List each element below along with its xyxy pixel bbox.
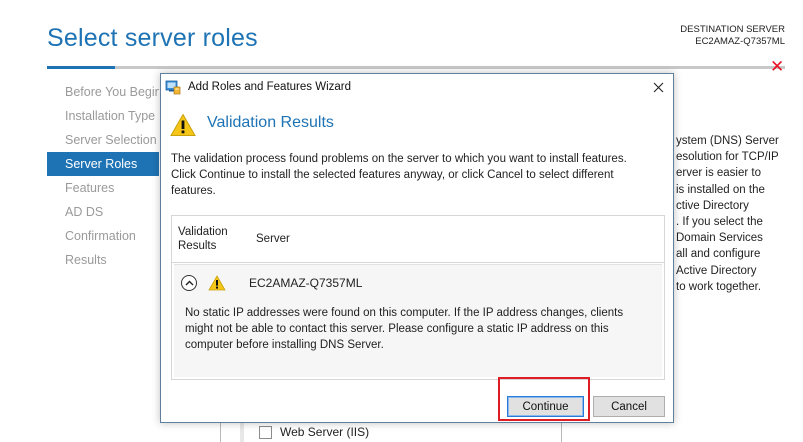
validation-results-table: Validation Results Server EC2AMAZ-Q7357M…: [171, 215, 665, 380]
role-description-line: ctive Directory: [676, 199, 749, 212]
row-server-name: EC2AMAZ-Q7357ML: [249, 276, 363, 290]
header-divider-accent: [47, 66, 115, 69]
validation-heading: Validation Results: [207, 114, 334, 131]
table-header-divider: [172, 262, 664, 263]
row-message-line: No static IP addresses were found on thi…: [185, 307, 624, 319]
row-message-line: might not be able to contact this server…: [185, 323, 609, 335]
roles-list: Web Server (IIS): [220, 420, 562, 442]
role-description-line: to work together.: [676, 280, 762, 293]
nav-item-server-roles[interactable]: Server Roles: [47, 152, 159, 176]
nav-item-server-selection[interactable]: Server Selection: [47, 128, 159, 152]
wizard-error-close-icon[interactable]: ✕: [770, 58, 784, 75]
nav-item-confirmation[interactable]: Confirmation: [47, 224, 159, 248]
validation-message: The validation process found problems on…: [171, 151, 663, 199]
role-item-label: Web Server (IIS): [280, 425, 370, 439]
role-description-line: . If you select the: [676, 216, 763, 229]
validation-message-line: The validation process found problems on…: [171, 153, 627, 165]
nav-item-before-you-begin[interactable]: Before You Begin: [47, 80, 159, 104]
role-description-line: Domain Services: [676, 232, 763, 245]
nav-item-ad-ds[interactable]: AD DS: [47, 200, 159, 224]
wizard-nav: Before You Begin Installation Type Serve…: [47, 80, 159, 272]
server-manager-app-icon: [165, 79, 181, 95]
nav-item-results[interactable]: Results: [47, 248, 159, 272]
validation-message-line: Click Continue to install the selected f…: [171, 169, 614, 181]
continue-button[interactable]: Continue: [507, 396, 584, 417]
dialog-titlebar[interactable]: Add Roles and Features Wizard: [161, 74, 673, 100]
role-description-line: Active Directory: [676, 264, 757, 277]
column-header-line: Validation: [178, 226, 228, 238]
role-description-line: esolution for TCP/IP: [676, 151, 779, 164]
nav-item-installation-type[interactable]: Installation Type: [47, 104, 159, 128]
table-row[interactable]: EC2AMAZ-Q7357ML No static IP addresses w…: [174, 264, 662, 377]
row-validation-message: No static IP addresses were found on thi…: [185, 305, 655, 353]
roles-list-indent: [240, 420, 244, 442]
role-description-line: is installed on the: [676, 183, 765, 196]
column-header-server[interactable]: Server: [256, 233, 290, 245]
column-header-validation-results[interactable]: Validation Results: [178, 225, 228, 253]
role-description: ystem (DNS) Server esolution for TCP/IP …: [676, 133, 801, 295]
role-checkbox[interactable]: [259, 425, 272, 439]
destination-server-info: DESTINATION SERVER EC2AMAZ-Q7357ML: [680, 24, 785, 48]
page-title: Select server roles: [47, 24, 258, 52]
destination-server-name: EC2AMAZ-Q7357ML: [695, 36, 785, 47]
header-divider: [47, 66, 785, 69]
destination-label: DESTINATION SERVER: [680, 24, 785, 35]
collapse-chevron-icon[interactable]: [181, 275, 197, 291]
add-roles-wizard-dialog: Add Roles and Features Wizard Validation…: [160, 73, 674, 423]
row-warning-icon: [208, 275, 226, 296]
role-description-line: all and configure: [676, 248, 761, 261]
dialog-title: Add Roles and Features Wizard: [188, 81, 351, 93]
role-description-line: erver is easier to: [676, 167, 762, 180]
nav-item-features[interactable]: Features: [47, 176, 159, 200]
role-description-line: ystem (DNS) Server: [676, 135, 779, 147]
column-header-line: Results: [178, 240, 217, 252]
role-item-web-server[interactable]: Web Server (IIS): [259, 425, 369, 439]
validation-warning-icon: [170, 113, 196, 142]
cancel-button[interactable]: Cancel: [593, 396, 665, 417]
validation-message-line: features.: [171, 185, 216, 197]
dialog-close-icon[interactable]: [649, 78, 667, 96]
row-message-line: computer before installing DNS Server.: [185, 339, 384, 351]
